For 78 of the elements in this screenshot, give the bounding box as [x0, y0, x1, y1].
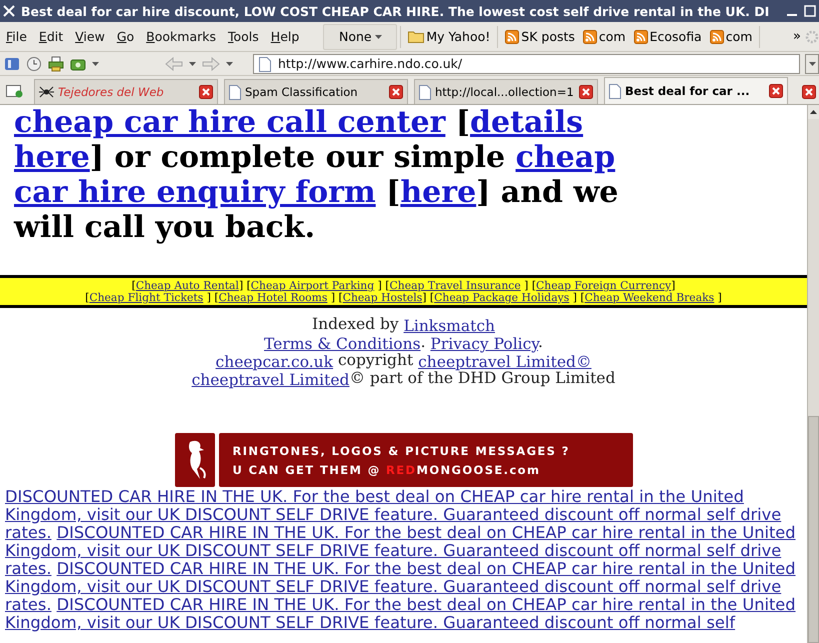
bookmark-item[interactable]: com: [706, 29, 756, 44]
bookmark-item[interactable]: Ecosofia: [630, 29, 706, 44]
mongoose-logo[interactable]: [174, 433, 214, 487]
footer-link[interactable]: cheeptravel Limited©: [418, 353, 592, 371]
footer-text: Indexed by Linksmatch: [312, 317, 495, 335]
menu-item[interactable]: Edit: [32, 29, 70, 44]
menu-item[interactable]: Tools: [222, 29, 265, 44]
tab-list-icon: [6, 84, 24, 98]
close-tab-button[interactable]: [199, 85, 213, 99]
page-icon: [419, 84, 431, 100]
bookmark-folder-dropdown[interactable]: None: [323, 24, 398, 50]
feed-icon: [634, 30, 648, 44]
page-icon: [229, 84, 241, 100]
page-icon: [259, 56, 271, 72]
footer-link[interactable]: Terms & Conditions: [264, 335, 421, 353]
feed-icon: [582, 30, 597, 44]
category-link[interactable]: Cheap Travel Insurance: [389, 279, 521, 292]
promo-paragraph: DISCOUNTED CAR HIRE IN THE UK. For the best deal on CHEAP car hire rental in the United Kingdom, visit our UK DISCOUNT SELF DRIVE feature. Guaranteed discount off normal self drive rates. DISCOUNTED CAR HIRE IN THE UK. For the best deal on CHEAP car hire rental in the United Kingdom, visit our UK DISCOUNT SELF DRIVE feature. Guaranteed discount off normal self drive rates. DISCOUNTED CAR HIRE IN THE UK. For the best deal on CHEAP car hire rental in the United Kingdom, visit our UK DISCOUNT SELF DRIVE feature. Guaranteed discount off normal self drive rates. DISCOUNTED CAR HIRE IN THE UK. For the best deal on CHEAP car hire rental in the United Kingdom, visit our UK DISCOUNT SELF DRIVE feature. Guaranteed discount off normal self: [5, 488, 797, 632]
ad-banner[interactable]: RINGTONES, LOGOS & PICTURE MESSAGES ? U CAN GET THEM @ RED MONGOOSE.com: [218, 433, 632, 487]
footer-link[interactable]: Privacy Policy: [430, 335, 538, 353]
banner-text: U CAN GET THEM @ RED MONGOOSE.com: [232, 462, 540, 476]
printer-icon[interactable]: [48, 56, 64, 72]
category-link[interactable]: Cheap Package Holidays: [434, 291, 570, 304]
address-dropdown-button[interactable]: [805, 54, 819, 74]
bookmark-item[interactable]: com: [578, 29, 630, 44]
up-arrow-icon: [810, 110, 817, 114]
maximize-icon[interactable]: [804, 5, 816, 17]
footer-link[interactable]: cheeptravel Limited: [192, 371, 350, 389]
scroll-up-button[interactable]: [808, 105, 819, 119]
footer-text: cheeptravel Limited© part of the DHD Group Limited: [192, 371, 616, 389]
spider-icon: [39, 85, 54, 99]
caret-icon: [374, 34, 382, 38]
link-bar-text: [Cheap Flight Tickets ] [Cheap Hotel Rooms ] [Cheap Hostels] [Cheap Package Holidays ] [Cheap Weekend Breaks ]: [85, 292, 722, 304]
dropdown-arrow-icon[interactable]: [189, 62, 196, 66]
page-icon: [609, 84, 621, 98]
category-link[interactable]: Cheap Flight Tickets: [89, 291, 204, 304]
dropdown-arrow-icon[interactable]: [92, 62, 99, 66]
browser-tab[interactable]: Tejedores del Web: [34, 79, 218, 104]
close-tab-button[interactable]: [802, 85, 816, 99]
dropdown-arrow-icon[interactable]: [226, 62, 233, 66]
menu-item[interactable]: Go: [110, 29, 140, 44]
footer-link[interactable]: Linksmatch: [404, 317, 495, 335]
browser-tab[interactable]: http://local...ollection=1: [414, 79, 598, 104]
category-link[interactable]: Cheap Hostels: [342, 291, 422, 304]
address-field[interactable]: http://www.carhire.ndo.co.uk/: [253, 54, 800, 74]
menu-item[interactable]: View: [69, 29, 111, 44]
footer-text: cheepcar.co.uk copyright cheeptravel Limited©: [216, 353, 592, 371]
browser-tab[interactable]: Spam Classification: [224, 79, 408, 104]
link-bar-text: [Cheap Auto Rental] [Cheap Airport Parking ] [Cheap Travel Insurance ] [Cheap Foreign Currency]: [132, 280, 676, 292]
feed-icon: [710, 30, 724, 44]
category-link[interactable]: Cheap Airport Parking: [250, 279, 374, 292]
category-link[interactable]: Cheap Weekend Breaks: [584, 291, 714, 304]
category-link[interactable]: Cheap Foreign Currency: [536, 279, 672, 292]
banner-text: RINGTONES, LOGOS & PICTURE MESSAGES ?: [232, 444, 570, 458]
sidebar-icon[interactable]: [4, 56, 20, 72]
footer-text: Terms & Conditions. Privacy Policy.: [264, 335, 543, 353]
menu-item[interactable]: Help: [264, 29, 306, 44]
footer-link[interactable]: cheepcar.co.uk: [216, 353, 334, 371]
headline-text: cheap car hire call center [details here] or complete our simple cheap car hire enquiry form [here] and we will call you back.: [14, 105, 620, 245]
history-clock-icon[interactable]: [26, 56, 42, 72]
menu-item[interactable]: Bookmarks: [140, 29, 222, 44]
folder-icon: [408, 30, 424, 43]
throbber-icon: [805, 30, 819, 44]
bookmark-item[interactable]: SK posts: [501, 29, 579, 44]
bookmark-item[interactable]: My Yahoo!: [404, 29, 494, 44]
close-tab-button[interactable]: [579, 85, 593, 99]
category-link[interactable]: Cheap Hotel Rooms: [218, 291, 328, 304]
feed-icon: [505, 30, 520, 44]
caret-icon: [808, 62, 816, 66]
close-icon[interactable]: [3, 5, 15, 17]
scrollbar[interactable]: [807, 105, 819, 643]
overflow-chevron[interactable]: »: [789, 29, 805, 44]
close-tab-button[interactable]: [769, 84, 783, 98]
close-tab-button[interactable]: [389, 85, 403, 99]
category-link[interactable]: Cheap Auto Rental: [136, 279, 239, 292]
browser-tab[interactable]: Best deal for car ...: [604, 77, 788, 104]
window-title: Best deal for car hire discount, LOW COST CHEAP CAR HIRE. The lowest cost self drive rental in the UK. DI: [20, 4, 770, 18]
menu-item[interactable]: File: [0, 29, 33, 44]
